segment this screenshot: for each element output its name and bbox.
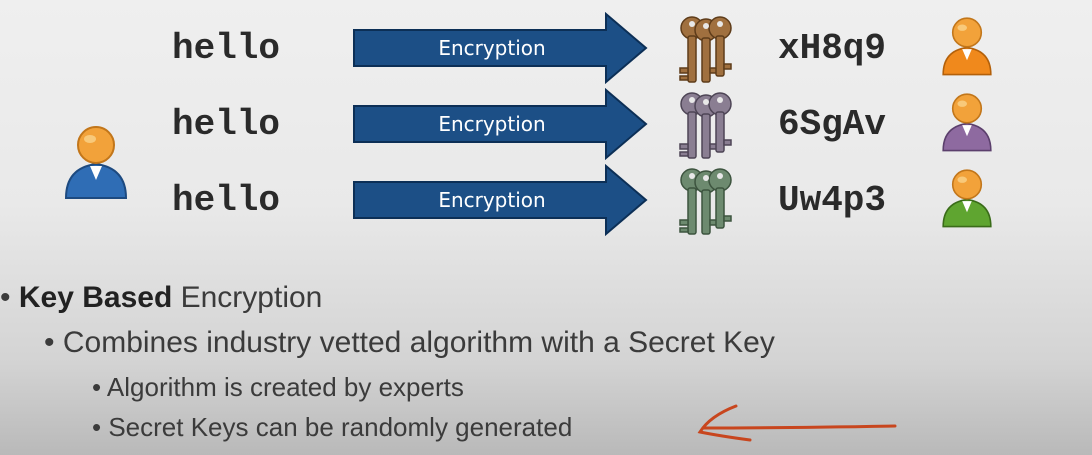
bullet-level-3: • Algorithm is created by experts <box>92 372 464 403</box>
recipient-user-icon <box>942 93 992 152</box>
bullet-dot: • <box>0 281 11 314</box>
key-icon <box>679 168 732 235</box>
ciphertext: 6SgAv <box>778 104 887 145</box>
bullet-dot: • <box>92 372 102 402</box>
bullet-level-3: • Secret Keys can be randomly generated <box>92 412 572 443</box>
hand-drawn-arrow-icon <box>697 404 897 442</box>
key-icon <box>679 16 732 83</box>
bullet-level-1: • Key Based Encryption <box>0 281 322 315</box>
sender-user-icon <box>64 126 128 199</box>
encryption-label: Encryption <box>438 188 546 212</box>
bullet-text: Encryption <box>172 281 323 314</box>
encryption-label: Encryption <box>438 36 546 60</box>
key-icon <box>679 92 732 159</box>
plaintext: hello <box>172 104 281 145</box>
plaintext: hello <box>172 28 281 69</box>
recipient-user-icon <box>942 169 992 228</box>
bullet-dot: • <box>44 326 55 359</box>
bullet-level-2: • Combines industry vetted algorithm wit… <box>44 326 775 360</box>
ciphertext: Uw4p3 <box>778 180 887 221</box>
bullet-text: Algorithm is created by experts <box>106 372 464 402</box>
recipient-user-icon <box>942 17 992 76</box>
ciphertext: xH8q9 <box>778 28 887 69</box>
bullet-dot: • <box>92 412 102 442</box>
bullet-bold-text: Key Based <box>18 281 173 314</box>
plaintext: hello <box>172 180 281 221</box>
encryption-label: Encryption <box>438 112 546 136</box>
bullet-text: Secret Keys can be randomly generated <box>108 412 573 442</box>
bullet-text: Combines industry vetted algorithm with … <box>62 326 775 359</box>
